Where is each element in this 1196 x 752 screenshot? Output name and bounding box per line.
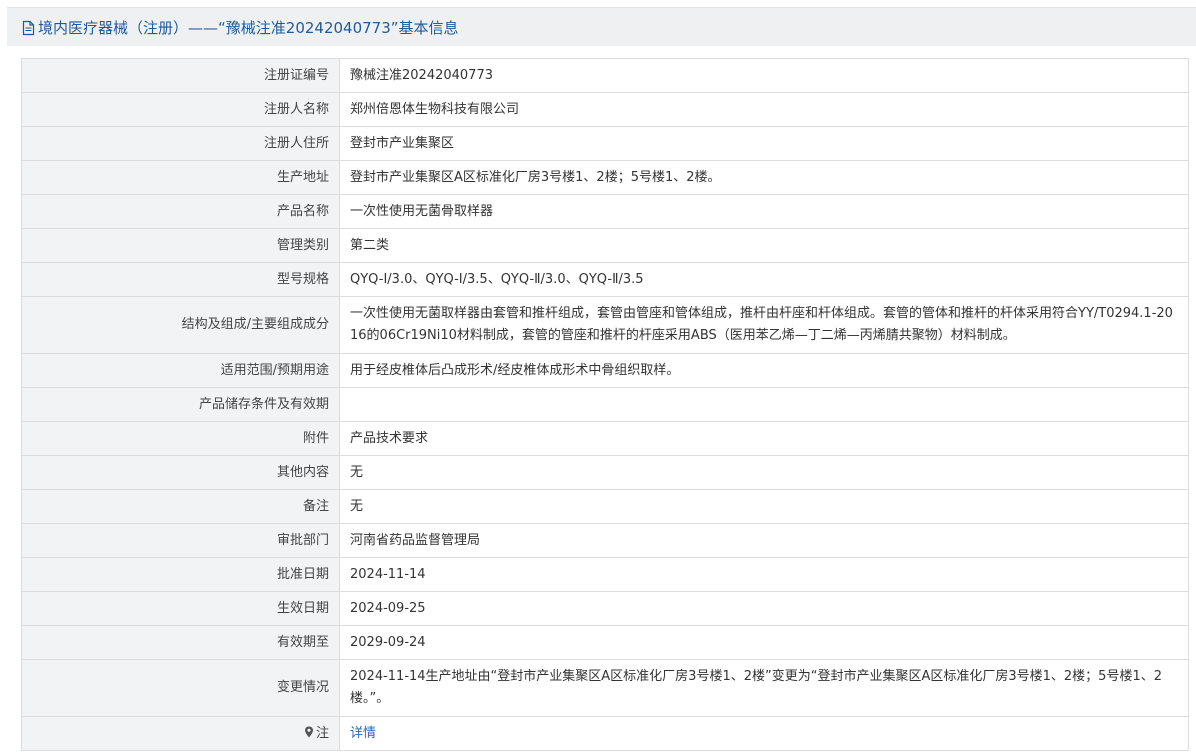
table-row: 其他内容 无 — [21, 455, 1189, 490]
note-value-cell: 详情 — [339, 716, 1189, 751]
row-label: 变更情况 — [21, 659, 340, 717]
table-row: 注册证编号 豫械注准20242040773 — [21, 58, 1189, 93]
row-value: 2024-11-14生产地址由“登封市产业集聚区A区标准化厂房3号楼1、2楼”变… — [339, 659, 1189, 717]
table-row: 产品名称 一次性使用无菌骨取样器 — [21, 194, 1189, 229]
table-row: 有效期至 2029-09-24 — [21, 625, 1189, 660]
row-label: 注册人住所 — [21, 126, 340, 161]
row-value: 一次性使用无菌取样器由套管和推杆组成，套管由管座和管体组成，推杆由杆座和杆体组成… — [339, 296, 1189, 354]
table-row: 生效日期 2024-09-25 — [21, 591, 1189, 626]
info-table-wrap: 注册证编号 豫械注准20242040773 注册人名称 郑州倍恩体生物科技有限公… — [21, 58, 1189, 751]
row-value: 产品技术要求 — [339, 421, 1189, 456]
row-label: 注册证编号 — [21, 58, 340, 93]
row-value: 豫械注准20242040773 — [339, 58, 1189, 93]
row-label: 批准日期 — [21, 557, 340, 592]
row-value: QYQ-Ⅰ/3.0、QYQ-Ⅰ/3.5、QYQ-Ⅱ/3.0、QYQ-Ⅱ/3.5 — [339, 262, 1189, 297]
top-strip — [0, 0, 1196, 6]
row-label: 适用范围/预期用途 — [21, 353, 340, 388]
row-value: 一次性使用无菌骨取样器 — [339, 194, 1189, 229]
row-label: 注册人名称 — [21, 92, 340, 127]
table-row: 备注 无 — [21, 489, 1189, 524]
row-value: 无 — [339, 455, 1189, 490]
table-row: 管理类别 第二类 — [21, 228, 1189, 263]
row-label: 型号规格 — [21, 262, 340, 297]
row-label: 备注 — [21, 489, 340, 524]
table-row: 审批部门 河南省药品监督管理局 — [21, 523, 1189, 558]
row-value: 郑州倍恩体生物科技有限公司 — [339, 92, 1189, 127]
table-row: 产品储存条件及有效期 — [21, 387, 1189, 422]
row-value: 用于经皮椎体后凸成形术/经皮椎体成形术中骨组织取样。 — [339, 353, 1189, 388]
table-row: 适用范围/预期用途 用于经皮椎体后凸成形术/经皮椎体成形术中骨组织取样。 — [21, 353, 1189, 388]
row-label: 产品储存条件及有效期 — [21, 387, 340, 422]
table-row: 批准日期 2024-11-14 — [21, 557, 1189, 592]
row-value: 第二类 — [339, 228, 1189, 263]
row-value: 2029-09-24 — [339, 625, 1189, 660]
table-row: 结构及组成/主要组成成分 一次性使用无菌取样器由套管和推杆组成，套管由管座和管体… — [21, 296, 1189, 354]
row-label: 审批部门 — [21, 523, 340, 558]
table-row: 变更情况 2024-11-14生产地址由“登封市产业集聚区A区标准化厂房3号楼1… — [21, 659, 1189, 717]
row-label: 生效日期 — [21, 591, 340, 626]
row-value: 2024-11-14 — [339, 557, 1189, 592]
note-row: 注 详情 — [21, 716, 1189, 751]
row-value: 登封市产业集聚区A区标准化厂房3号楼1、2楼；5号楼1、2楼。 — [339, 160, 1189, 195]
table-row: 附件 产品技术要求 — [21, 421, 1189, 456]
table-row: 注册人名称 郑州倍恩体生物科技有限公司 — [21, 92, 1189, 127]
table-row: 型号规格 QYQ-Ⅰ/3.0、QYQ-Ⅰ/3.5、QYQ-Ⅱ/3.0、QYQ-Ⅱ… — [21, 262, 1189, 297]
document-icon — [21, 20, 36, 36]
map-pin-icon — [304, 724, 314, 737]
row-value — [339, 387, 1189, 422]
info-table: 注册证编号 豫械注准20242040773 注册人名称 郑州倍恩体生物科技有限公… — [21, 58, 1189, 751]
page-header: 境内医疗器械（注册）——“豫械注准20242040773”基本信息 — [7, 7, 1196, 46]
row-label: 生产地址 — [21, 160, 340, 195]
row-value: 登封市产业集聚区 — [339, 126, 1189, 161]
row-label: 有效期至 — [21, 625, 340, 660]
note-label: 注 — [315, 725, 329, 741]
info-table-body: 注册证编号 豫械注准20242040773 注册人名称 郑州倍恩体生物科技有限公… — [21, 58, 1189, 751]
page-title: 境内医疗器械（注册）——“豫械注准20242040773”基本信息 — [38, 18, 459, 37]
detail-link[interactable]: 详情 — [350, 726, 376, 741]
row-label: 管理类别 — [21, 228, 340, 263]
note-label-cell: 注 — [21, 716, 340, 751]
row-value: 河南省药品监督管理局 — [339, 523, 1189, 558]
table-row: 生产地址 登封市产业集聚区A区标准化厂房3号楼1、2楼；5号楼1、2楼。 — [21, 160, 1189, 195]
row-label: 结构及组成/主要组成成分 — [21, 296, 340, 354]
row-label: 产品名称 — [21, 194, 340, 229]
table-row: 注册人住所 登封市产业集聚区 — [21, 126, 1189, 161]
row-label: 附件 — [21, 421, 340, 456]
row-value: 无 — [339, 489, 1189, 524]
row-label: 其他内容 — [21, 455, 340, 490]
row-value: 2024-09-25 — [339, 591, 1189, 626]
